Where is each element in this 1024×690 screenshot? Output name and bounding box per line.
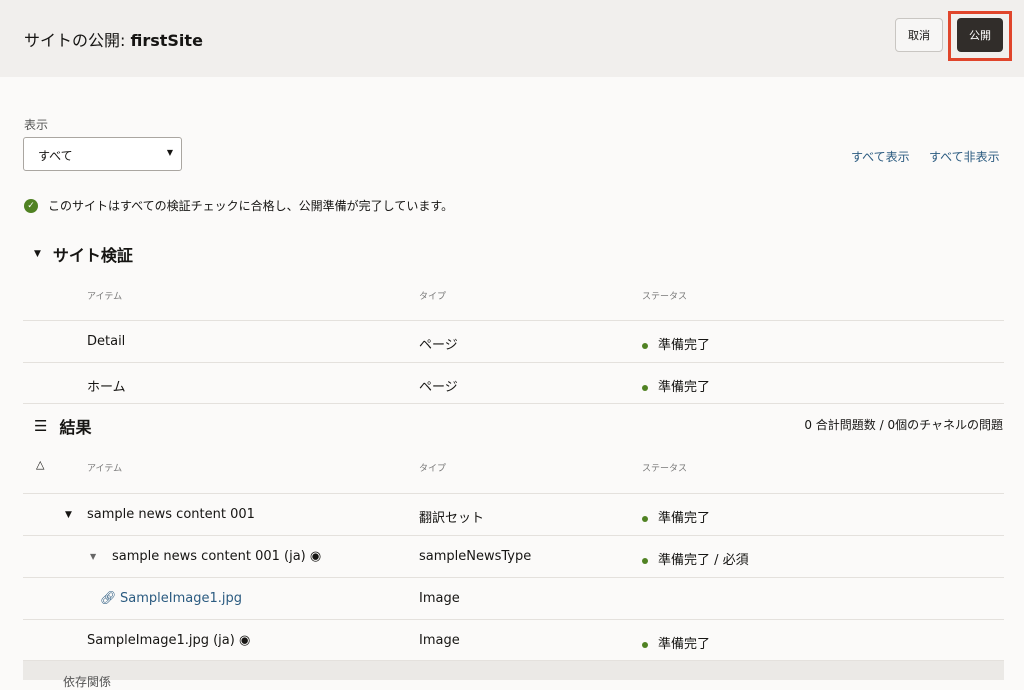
item: sample news content 001 xyxy=(87,507,255,522)
check-circle-icon: ✓ xyxy=(24,198,38,213)
table-row: ▼ sample news content 001 (ja) ◉ sampleNew… xyxy=(23,535,1004,577)
caret-down-icon[interactable]: ▼ xyxy=(90,552,96,561)
results-summary: 0 合計問題数 / 0個のチャネルの問題 xyxy=(804,418,1003,432)
type: ページ xyxy=(419,338,458,353)
item: Detail xyxy=(87,334,126,349)
validation-section-toggle[interactable]: ▼ サイト検証 xyxy=(34,242,133,266)
page-header: サイトの公開: firstSite 取消 公開 xyxy=(0,0,1024,77)
status: 準備完了 xyxy=(642,633,710,652)
results-section: ☰ 結果 xyxy=(34,414,91,438)
item-link[interactable]: SampleImage1.jpg xyxy=(120,591,242,606)
eye-icon[interactable]: ◉ xyxy=(310,549,321,564)
status: 準備完了 xyxy=(642,334,710,353)
table-row: ▼ sample news content 001 翻訳セット 準備完了 xyxy=(23,493,1004,535)
table-row: SampleImage1.jpg (ja) ◉ Image 準備完了 xyxy=(23,619,1004,661)
status: 準備完了 xyxy=(642,376,710,395)
type: 翻訳セット xyxy=(419,511,485,526)
chevron-down-icon: ▼ xyxy=(166,148,173,157)
type: ページ xyxy=(419,380,458,395)
table-row: 🔗︎ SampleImage1.jpg Image xyxy=(23,577,1004,619)
col-type: タイプ xyxy=(419,292,447,302)
filter-select[interactable]: すべて ▼ xyxy=(23,137,182,171)
item: sample news content 001 (ja) ◉ xyxy=(112,549,322,564)
table-row: Detail ページ 準備完了 xyxy=(23,320,1004,362)
page-title: サイトの公開: firstSite xyxy=(24,27,203,51)
eye-icon[interactable]: ◉ xyxy=(239,633,250,648)
filter-value: すべて xyxy=(38,149,73,163)
caret-down-icon[interactable]: ▼ xyxy=(65,510,72,520)
success-message: ✓ このサイトはすべての検証チェックに合格し、公開準備が完了しています。 xyxy=(24,197,453,214)
results-title: 結果 xyxy=(59,418,92,437)
item: ホーム xyxy=(87,380,126,395)
table-row: ホーム ページ 準備完了 xyxy=(23,362,1004,404)
list-icon: ☰ xyxy=(34,417,48,435)
col-status: ステータス xyxy=(642,292,688,302)
filter-label: 表示 xyxy=(24,118,49,132)
validation-title: サイト検証 xyxy=(52,246,133,265)
type: Image xyxy=(419,633,460,648)
message-text: このサイトはすべての検証チェックに合格し、公開準備が完了しています。 xyxy=(48,199,454,213)
site-name: firstSite xyxy=(130,31,203,50)
type: sampleNewsType xyxy=(419,549,532,564)
col-status: ステータス xyxy=(642,464,688,474)
highlight-box xyxy=(948,11,1012,61)
warning-triangle-icon[interactable]: △ xyxy=(36,458,44,471)
link-icon: 🔗︎ xyxy=(100,591,117,606)
show-all-link[interactable]: すべて表示 xyxy=(851,148,910,165)
cancel-button[interactable]: 取消 xyxy=(895,18,943,52)
hide-all-link[interactable]: すべて非表示 xyxy=(929,148,1000,165)
item: SampleImage1.jpg (ja) ◉ xyxy=(87,633,251,648)
caret-down-icon: ▼ xyxy=(34,249,41,259)
col-item: アイテム xyxy=(87,292,123,302)
status: 準備完了 / 必須 xyxy=(642,549,749,568)
dependencies-section[interactable]: 依存関係 xyxy=(23,660,1004,689)
type: Image xyxy=(419,591,460,606)
status: 準備完了 xyxy=(642,507,710,526)
title-prefix: サイトの公開: xyxy=(24,31,131,50)
col-type: タイプ xyxy=(419,464,447,474)
col-item: アイテム xyxy=(87,464,123,474)
